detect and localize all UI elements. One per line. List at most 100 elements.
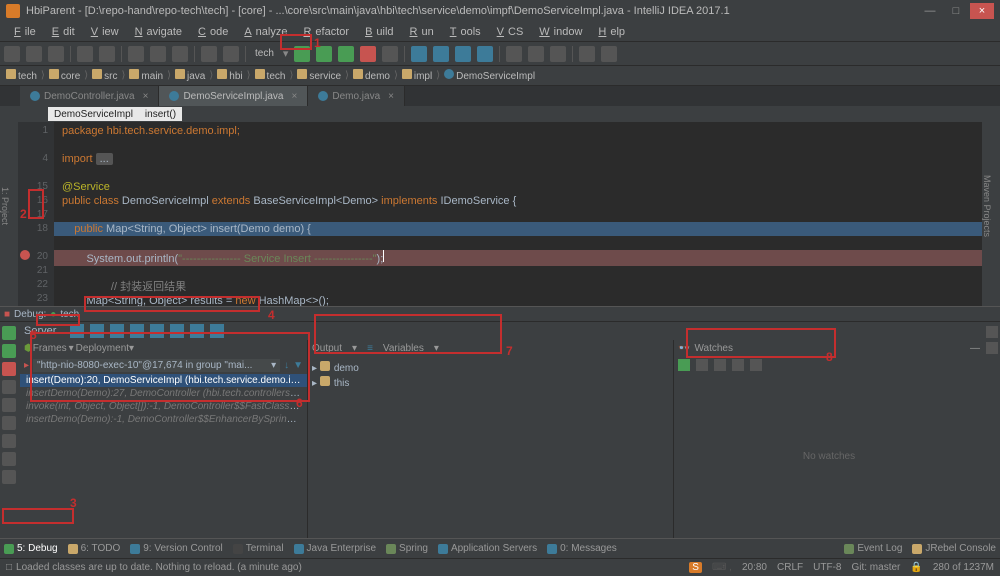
crumb-core[interactable]: core [49, 69, 80, 82]
menu-window[interactable]: Window [531, 26, 586, 38]
tab-Demo.java[interactable]: Demo.java× [308, 86, 405, 106]
jrebel-icon[interactable] [579, 46, 595, 62]
step-out-icon[interactable] [150, 324, 164, 338]
menu-edit[interactable]: Edit [44, 26, 79, 38]
xrebel-icon[interactable] [601, 46, 617, 62]
run-icon[interactable] [294, 46, 310, 62]
variables-tab[interactable]: Variables [383, 343, 424, 354]
restore-layout-icon[interactable] [986, 326, 998, 338]
settings-icon[interactable] [528, 46, 544, 62]
var-this[interactable]: ▸ this [312, 375, 669, 390]
crumb-tech[interactable]: tech [6, 69, 37, 82]
run-config[interactable]: tech [252, 48, 277, 59]
jrebel-tool-tab[interactable]: JRebel Console [912, 543, 996, 554]
force-step-into-icon[interactable] [130, 324, 144, 338]
vcs-history-icon[interactable] [455, 46, 471, 62]
crumb-DemoServiceImpl[interactable]: DemoServiceImpl [444, 69, 535, 82]
pin-icon[interactable] [2, 452, 16, 466]
menu-analyze[interactable]: Analyze [236, 26, 291, 38]
debug-tool-tab[interactable]: 5: Debug [4, 543, 58, 554]
undo-icon[interactable] [77, 46, 93, 62]
copy-watch-icon[interactable] [750, 359, 762, 371]
crumb-hbi[interactable]: hbi [217, 69, 242, 82]
deployment-tab[interactable]: Deployment [76, 343, 129, 354]
close-button[interactable]: × [970, 3, 994, 19]
rerun-icon[interactable] [2, 326, 16, 340]
frame-row[interactable]: insertDemo(Demo):-1, DemoController$$Enh… [20, 413, 307, 426]
cut-icon[interactable] [128, 46, 144, 62]
sync-icon[interactable] [48, 46, 64, 62]
attach-icon[interactable] [382, 46, 398, 62]
save-icon[interactable] [26, 46, 42, 62]
crumb-src[interactable]: src [92, 69, 117, 82]
step-over-icon[interactable] [90, 324, 104, 338]
crumb-impl[interactable]: impl [402, 69, 432, 82]
menu-refactor[interactable]: Refactor [295, 26, 353, 38]
remove-watch-icon[interactable] [696, 359, 708, 371]
vcs-commit-icon[interactable] [433, 46, 449, 62]
down-watch-icon[interactable] [732, 359, 744, 371]
structure-icon[interactable] [506, 46, 522, 62]
maximize-button[interactable]: □ [944, 3, 968, 19]
paste-icon[interactable] [172, 46, 188, 62]
add-watch-icon[interactable] [678, 359, 690, 371]
drop-frame-icon[interactable] [170, 324, 184, 338]
frames-tab[interactable]: Frames [33, 343, 67, 354]
frame-row[interactable]: invoke(int, Object, Object[]):-1, DemoCo… [20, 400, 307, 413]
terminal-tool-tab[interactable]: Terminal [233, 543, 284, 554]
gutter[interactable]: 1 4 15161718 20212223 2526 [18, 122, 54, 306]
minimize-button[interactable]: — [918, 3, 942, 19]
memory[interactable]: 280 of 1237M [933, 562, 994, 573]
menu-navigate[interactable]: Navigate [127, 26, 186, 38]
project-tool[interactable]: 1: Project [0, 187, 10, 225]
show-exec-point-icon[interactable] [70, 324, 84, 338]
editor[interactable]: DemoServiceImpl insert() 1 4 15161718 20… [18, 106, 1000, 306]
menu-vcs[interactable]: VCS [489, 26, 528, 38]
line-sep[interactable]: CRLF [777, 562, 803, 573]
view-breakpoints-icon[interactable] [2, 380, 16, 394]
output-tab[interactable]: Output [312, 343, 342, 354]
stop-icon[interactable] [360, 46, 376, 62]
up-watch-icon[interactable] [714, 359, 726, 371]
code-lines[interactable]: package hbi.tech.service.demo.impl; impo… [54, 122, 1000, 306]
variables-list[interactable]: ▸ demo▸ this [308, 356, 673, 538]
git-branch[interactable]: Git: master [851, 562, 900, 573]
evaluate-icon[interactable] [210, 324, 224, 338]
layout-icon[interactable] [2, 416, 16, 430]
vcs-revert-icon[interactable] [477, 46, 493, 62]
copy-icon[interactable] [150, 46, 166, 62]
server-tab[interactable]: Server [24, 325, 56, 337]
vcs-tool-tab[interactable]: 9: Version Control [130, 543, 223, 554]
menu-help[interactable]: Help [590, 26, 629, 38]
thread-selector[interactable]: ▸ "http-nio-8080-exec-10"@17,674 in grou… [20, 356, 307, 374]
tab-DemoController.java[interactable]: DemoController.java× [20, 86, 159, 106]
open-icon[interactable] [4, 46, 20, 62]
forward-icon[interactable] [223, 46, 239, 62]
vcs-update-icon[interactable] [411, 46, 427, 62]
menu-build[interactable]: Build [357, 26, 397, 38]
todo-tool-tab[interactable]: 6: TODO [68, 543, 121, 554]
maven-tool[interactable]: Maven Projects [982, 175, 992, 237]
crumb-service[interactable]: service [297, 69, 341, 82]
tab-DemoServiceImpl.java[interactable]: DemoServiceImpl.java× [159, 86, 308, 106]
crumb-class[interactable]: DemoServiceImpl [48, 107, 139, 121]
menu-file[interactable]: File [6, 26, 40, 38]
redo-icon[interactable] [99, 46, 115, 62]
settings-debug-icon[interactable] [2, 434, 16, 448]
menu-run[interactable]: Run [402, 26, 438, 38]
crumb-main[interactable]: main [129, 69, 163, 82]
resume-icon[interactable] [2, 344, 16, 358]
close-debug-icon[interactable] [2, 470, 16, 484]
appservers-tool-tab[interactable]: Application Servers [438, 543, 537, 554]
messages-tool-tab[interactable]: 0: Messages [547, 543, 617, 554]
stop-debug-icon[interactable] [2, 362, 16, 376]
debug-icon[interactable] [316, 46, 332, 62]
mute-breakpoints-icon[interactable] [2, 398, 16, 412]
menu-code[interactable]: Code [190, 26, 232, 38]
javaee-tool-tab[interactable]: Java Enterprise [294, 543, 376, 554]
crumb-java[interactable]: java [175, 69, 205, 82]
crumb-tech[interactable]: tech [255, 69, 286, 82]
menu-tools[interactable]: Tools [442, 26, 485, 38]
menu-view[interactable]: View [83, 26, 123, 38]
run-to-cursor-icon[interactable] [190, 324, 204, 338]
